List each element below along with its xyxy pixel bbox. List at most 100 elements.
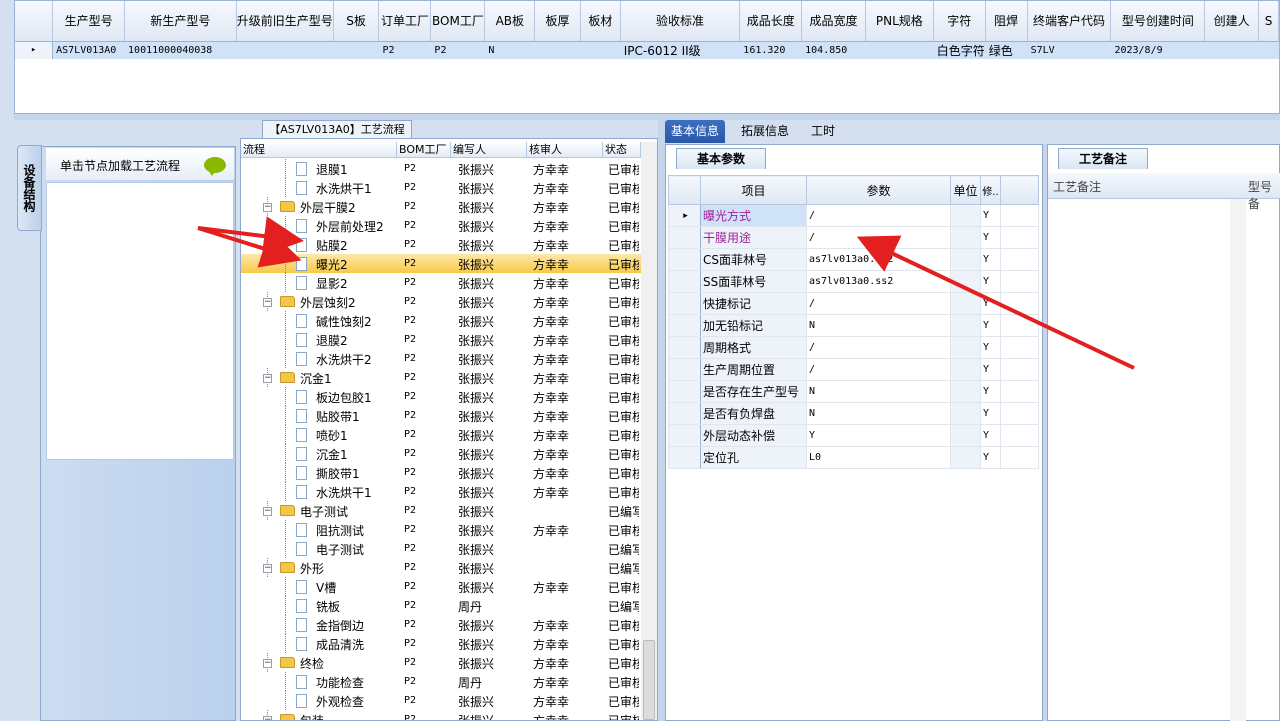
column-header-notes[interactable]: 工艺备注 [1053,178,1101,195]
tree-scrollbar[interactable] [641,142,657,720]
column-header-reviewer[interactable]: 核审人 [527,142,603,158]
tree-row[interactable]: 板边包胶1 P2 张振兴 方幸幸 已审核 [241,387,641,406]
tree-row[interactable]: 退膜2 P2 张振兴 方幸幸 已审核 [241,330,641,349]
tree-row[interactable]: 碱性蚀刻2 P2 张振兴 方幸幸 已审核 [241,311,641,330]
table-row[interactable]: 是否存在生产型号 N Y [668,380,1039,403]
tree-row[interactable]: 铣板 P2 周丹 已编写 [241,596,641,615]
param-value-cell[interactable]: N [806,380,951,403]
collapse-icon[interactable]: − [263,203,272,212]
tree-row[interactable]: − 沉金1 P2 张振兴 方幸幸 已审核 [241,368,641,387]
column-header-modify[interactable]: 修.. [980,175,1001,205]
param-unit-cell[interactable] [950,226,981,249]
tree-row[interactable]: 成品清洗 P2 张振兴 方幸幸 已审核 [241,634,641,653]
param-value-cell[interactable]: L0 [806,446,951,469]
collapse-icon[interactable]: − [263,564,272,573]
column-header-flow[interactable]: 流程 [241,142,397,158]
tree-row[interactable]: − 包装 P2 张振兴 方幸幸 已审核 [241,710,641,720]
tree-row[interactable]: 喷砂1 P2 张振兴 方幸幸 已审核 [241,425,641,444]
collapse-icon[interactable]: − [263,298,272,307]
order-column-header[interactable]: 字符 [933,1,986,42]
param-item-cell[interactable]: 是否存在生产型号 [700,380,807,403]
tree-row[interactable]: 外层前处理2 P2 张振兴 方幸幸 已审核 [241,216,641,235]
collapse-icon[interactable]: − [263,659,272,668]
order-column-header[interactable]: 型号创建时间 [1110,1,1206,42]
param-unit-cell[interactable] [950,402,981,425]
param-modify-cell[interactable]: Y [980,204,1001,227]
order-column-header[interactable]: S [1258,1,1279,42]
param-value-cell[interactable]: as7lv013a0.ss2 [806,270,951,293]
tree-row[interactable]: 显影2 P2 张振兴 方幸幸 已审核 [241,273,641,292]
collapse-icon[interactable]: − [263,374,272,383]
order-column-header[interactable]: 板材 [580,1,621,42]
tree-row[interactable]: 水洗烘干2 P2 张振兴 方幸幸 已审核 [241,349,641,368]
tree-row[interactable]: 功能检查 P2 周丹 方幸幸 已审核 [241,672,641,691]
order-column-header[interactable]: 成品长度 [739,1,803,42]
param-unit-cell[interactable] [950,292,981,315]
param-modify-cell[interactable]: Y [980,358,1001,381]
order-column-header[interactable]: AB板 [484,1,536,42]
order-cell[interactable] [1258,41,1279,59]
order-cell[interactable] [236,41,334,59]
param-value-cell[interactable]: N [806,402,951,425]
table-row[interactable]: ▸ AS7LV013A0 10011000040038 P2 P2 N IPC-6012 I… [15,41,1279,59]
param-value-cell[interactable]: Y [806,424,951,447]
param-modify-cell[interactable]: Y [980,402,1001,425]
param-item-cell[interactable]: 外层动态补偿 [700,424,807,447]
notes-scrollbar[interactable] [1230,199,1246,721]
tree-row[interactable]: 金指倒边 P2 张振兴 方幸幸 已审核 [241,615,641,634]
column-header-writer[interactable]: 编写人 [451,142,527,158]
param-unit-cell[interactable] [950,336,981,359]
param-unit-cell[interactable] [950,204,981,227]
tree-row[interactable]: 阻抗测试 P2 张振兴 方幸幸 已审核 [241,520,641,539]
column-header-unit[interactable]: 单位 [950,175,981,205]
collapse-icon[interactable]: − [263,507,272,516]
param-unit-cell[interactable] [950,380,981,403]
table-row[interactable]: ▸ 曝光方式 / Y [668,204,1039,227]
tree-row[interactable]: − 终检 P2 张振兴 方幸幸 已审核 [241,653,641,672]
order-column-header[interactable]: 订单工厂 [378,1,432,42]
param-modify-cell[interactable]: Y [980,380,1001,403]
param-unit-cell[interactable] [950,424,981,447]
param-unit-cell[interactable] [950,270,981,293]
tab-device-structure[interactable]: 设备结构 [17,145,42,231]
table-row[interactable]: 外层动态补偿 Y Y [668,424,1039,447]
order-cell[interactable]: 104.850 [801,41,866,59]
param-value-cell[interactable]: / [806,226,951,249]
table-row[interactable]: 周期格式 / Y [668,336,1039,359]
table-row[interactable]: 干膜用途 / Y [668,226,1039,249]
order-column-header[interactable]: 新生产型号 [124,1,237,42]
tree-row[interactable]: 水洗烘干1 P2 张振兴 方幸幸 已审核 [241,482,641,501]
table-row[interactable]: 生产周期位置 / Y [668,358,1039,381]
param-item-cell[interactable]: 快捷标记 [700,292,807,315]
tree-row[interactable]: 贴膜2 P2 张振兴 方幸幸 已审核 [241,235,641,254]
param-value-cell[interactable]: / [806,292,951,315]
param-value-cell[interactable]: / [806,204,951,227]
param-modify-cell[interactable]: Y [980,314,1001,337]
tree-row[interactable]: V槽 P2 张振兴 方幸幸 已审核 [241,577,641,596]
param-modify-cell[interactable]: Y [980,424,1001,447]
param-modify-cell[interactable]: Y [980,248,1001,271]
order-cell[interactable]: P2 [378,41,432,59]
vertical-splitter[interactable] [658,120,665,721]
order-cell[interactable] [333,41,380,59]
param-item-cell[interactable]: 干膜用途 [700,226,807,249]
param-value-cell[interactable]: as7lv013a0.cs2 [806,248,951,271]
param-unit-cell[interactable] [950,314,981,337]
tree-row[interactable]: − 外层干膜2 P2 张振兴 方幸幸 已审核 [241,197,641,216]
tree-row[interactable]: 水洗烘干1 P2 张振兴 方幸幸 已审核 [241,178,641,197]
order-cell[interactable] [865,41,934,59]
tree-row[interactable]: − 外层蚀刻2 P2 张振兴 方幸幸 已审核 [241,292,641,311]
param-value-cell[interactable]: / [806,336,951,359]
collapse-icon[interactable]: − [263,716,272,720]
param-unit-cell[interactable] [950,248,981,271]
tree-row[interactable]: 撕胶带1 P2 张振兴 方幸幸 已审核 [241,463,641,482]
tree-row[interactable]: 贴胶带1 P2 张振兴 方幸幸 已审核 [241,406,641,425]
tree-row[interactable]: − 外形 P2 张振兴 已编写 [241,558,641,577]
order-column-header[interactable]: 板厚 [534,1,581,42]
param-item-cell[interactable]: 加无铅标记 [700,314,807,337]
order-cell[interactable]: AS7LV013A0 [52,41,126,59]
column-header-param[interactable]: 参数 [806,175,951,205]
order-column-header[interactable]: 验收标准 [620,1,741,42]
column-header-bom[interactable]: BOM工厂 [397,142,451,158]
order-column-header[interactable]: 升级前旧生产型号 [236,1,334,42]
